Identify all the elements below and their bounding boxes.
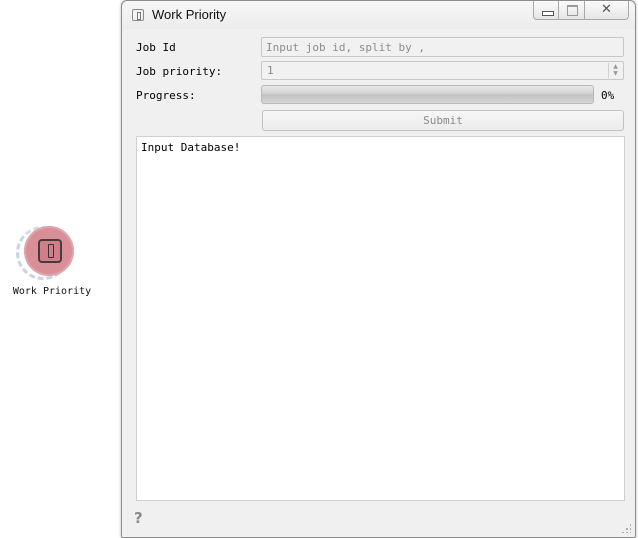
- progress-percent: 0%: [601, 89, 615, 102]
- close-icon: ✕: [601, 2, 612, 17]
- minimize-button[interactable]: [533, 1, 559, 20]
- maximize-button[interactable]: [559, 1, 585, 20]
- progress-bar: [261, 85, 594, 104]
- job-priority-value[interactable]: 1: [267, 64, 274, 77]
- job-priority-spinbox[interactable]: 1 ▲ ▼: [261, 61, 624, 80]
- close-button[interactable]: ✕: [585, 1, 629, 20]
- spin-up-icon[interactable]: ▲: [609, 63, 622, 70]
- spin-down-icon[interactable]: ▼: [609, 70, 622, 77]
- job-id-input[interactable]: [261, 37, 624, 57]
- job-priority-label: Job priority:: [136, 65, 223, 78]
- node-label: Work Priority: [12, 286, 92, 297]
- resize-grip[interactable]: [621, 523, 631, 533]
- help-icon[interactable]: ?: [134, 509, 148, 527]
- job-id-label: Job Id: [136, 41, 176, 54]
- info-icon: [38, 239, 62, 263]
- log-output[interactable]: Input Database!: [136, 136, 625, 501]
- progress-label: Progress:: [136, 89, 196, 102]
- work-priority-window: Work Priority ✕ Job Id Job priority: 1 ▲…: [121, 0, 636, 538]
- window-controls: ✕: [533, 1, 629, 21]
- spin-arrows[interactable]: ▲ ▼: [608, 63, 622, 78]
- window-title: Work Priority: [152, 7, 227, 22]
- submit-button[interactable]: Submit: [262, 110, 624, 131]
- title-bar[interactable]: Work Priority ✕: [122, 1, 635, 29]
- info-icon: [132, 9, 144, 21]
- node-circle[interactable]: [24, 226, 74, 276]
- workflow-node[interactable]: Work Priority: [4, 222, 100, 302]
